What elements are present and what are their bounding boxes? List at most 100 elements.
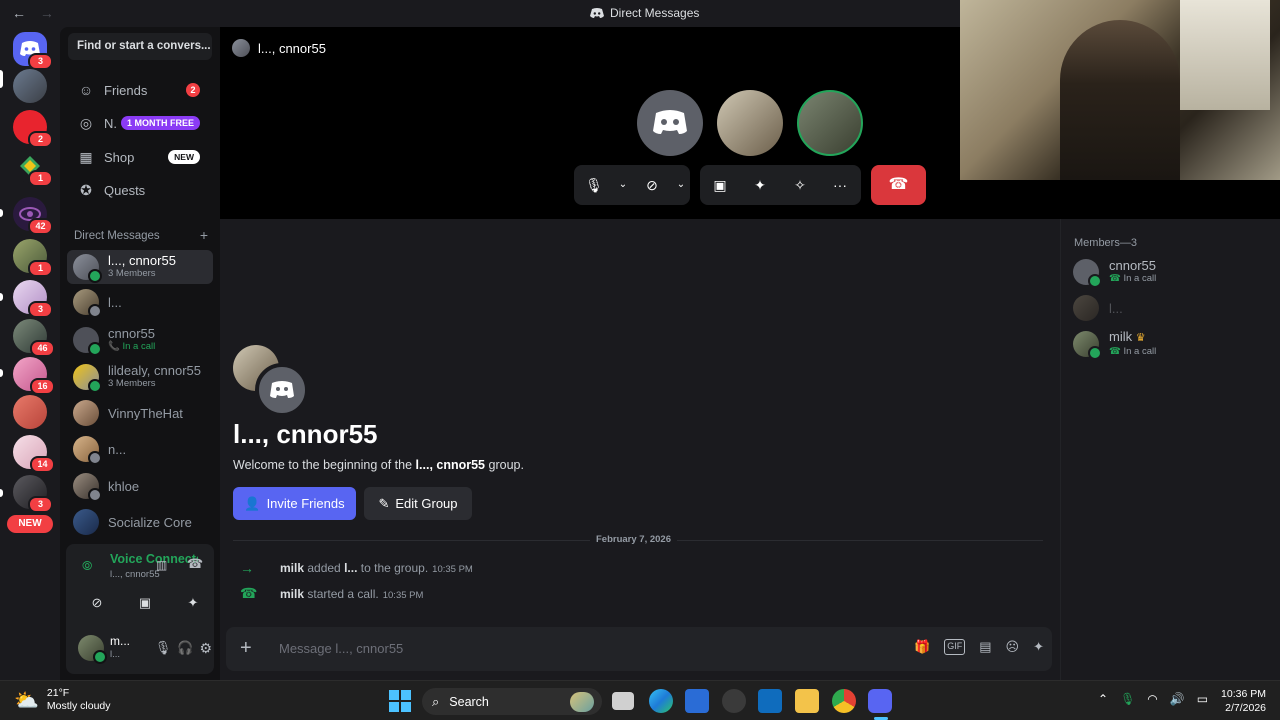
- headphones-icon[interactable]: 🎧: [177, 640, 193, 656]
- dm-item[interactable]: VinnyTheHat: [67, 396, 213, 430]
- chevron-up-icon[interactable]: ⌃: [1098, 692, 1108, 706]
- discord-icon: [270, 381, 294, 398]
- weather-widget[interactable]: ⛅ 21°F Mostly cloudy: [14, 687, 111, 713]
- message-composer[interactable]: + Message l..., cnnor55 🎁 GIF ▤ ☹ ✦: [226, 627, 1052, 671]
- edit-group-button[interactable]: ✎ Edit Group: [364, 487, 472, 520]
- server-icon[interactable]: 3: [13, 280, 53, 318]
- outlook-icon[interactable]: [758, 689, 782, 713]
- camera-off-button[interactable]: ⊘: [82, 590, 112, 616]
- dm-item[interactable]: khloe: [67, 469, 213, 503]
- server-icon[interactable]: [13, 69, 47, 103]
- app-icon[interactable]: [722, 689, 746, 713]
- wifi-icon[interactable]: ◠: [1147, 692, 1157, 706]
- dm-name: n...: [108, 442, 127, 456]
- notification-badge: 1: [28, 170, 53, 187]
- emoji-icon[interactable]: ☹: [1006, 639, 1020, 655]
- dm-item[interactable]: lildealy, cnnor55 3 Members: [67, 360, 213, 394]
- more-options-button[interactable]: ···: [820, 165, 860, 205]
- dm-item[interactable]: l..., cnnor55 3 Members: [67, 250, 213, 284]
- discord-icon: [653, 110, 687, 134]
- settings-gear-icon[interactable]: ⚙: [199, 640, 212, 657]
- activities-button[interactable]: ✦: [178, 590, 208, 616]
- screen-share-button[interactable]: ▣: [700, 165, 740, 205]
- camera-button[interactable]: ⊘: [632, 165, 672, 205]
- composer-placeholder[interactable]: Message l..., cnnor55: [279, 641, 403, 656]
- microphone-icon[interactable]: 🎙: [155, 640, 172, 656]
- find-conversation-button[interactable]: Find or start a convers...: [68, 33, 212, 60]
- home-button[interactable]: 3: [13, 32, 53, 70]
- dm-item[interactable]: n...: [67, 432, 213, 466]
- plus-icon[interactable]: +: [240, 637, 252, 660]
- edge-icon[interactable]: [649, 689, 673, 713]
- taskbar-search[interactable]: ⌕ Search: [422, 688, 602, 715]
- member-sub-text: In a call: [1123, 346, 1157, 357]
- dm-item[interactable]: Socialize Core: [67, 505, 213, 539]
- forward-button[interactable]: →: [40, 5, 54, 21]
- end-call-button[interactable]: ☎: [871, 165, 926, 205]
- server-icon[interactable]: 42: [13, 197, 53, 235]
- activities-button[interactable]: ✦: [740, 165, 780, 205]
- dm-item[interactable]: l...: [67, 285, 213, 319]
- server-icon[interactable]: 2: [13, 110, 53, 148]
- member-item[interactable]: milk ♛ ☎ In a call: [1073, 327, 1273, 361]
- sticker-icon[interactable]: ▤: [979, 639, 991, 655]
- participant-tile[interactable]: [637, 90, 703, 156]
- chrome-icon[interactable]: [832, 689, 856, 713]
- effects-button[interactable]: ✧: [780, 165, 820, 205]
- message-actor[interactable]: milk: [280, 561, 304, 575]
- microphone-button[interactable]: 🎙: [574, 165, 614, 205]
- user-panel: m... l... 🎙 🎧 ⚙: [72, 629, 212, 667]
- chevron-down-icon[interactable]: ⌄: [672, 165, 690, 205]
- member-item[interactable]: l...: [1073, 291, 1273, 325]
- unread-indicator: [0, 369, 3, 377]
- new-badge[interactable]: NEW: [7, 515, 53, 533]
- gif-icon[interactable]: GIF: [944, 639, 966, 655]
- discord-taskbar-icon[interactable]: [868, 689, 892, 713]
- nav-quests[interactable]: ✪ Quests: [68, 175, 212, 205]
- mic-camera-controls: 🎙 ⌄ ⊘ ⌄: [574, 165, 690, 205]
- welcome-post: group.: [488, 458, 524, 472]
- start-button[interactable]: [388, 689, 412, 713]
- nitro-icon: ◎: [79, 114, 93, 131]
- taskbar-clock[interactable]: 10:36 PM 2/7/2026: [1218, 687, 1266, 715]
- nav-shop[interactable]: ▦ Shop NEW: [68, 142, 212, 172]
- chevron-down-icon[interactable]: ⌄: [614, 165, 632, 205]
- server-icon[interactable]: 16: [13, 357, 55, 395]
- invite-friends-button[interactable]: 👤 Invite Friends: [233, 487, 356, 520]
- participant-tile[interactable]: [717, 90, 783, 156]
- server-icon[interactable]: 3: [13, 475, 53, 513]
- message-target[interactable]: l...: [344, 561, 357, 575]
- back-button[interactable]: ←: [12, 5, 26, 21]
- screen-share-button[interactable]: ▣: [130, 590, 160, 616]
- status-dot: [88, 488, 102, 502]
- file-explorer-icon[interactable]: [795, 689, 819, 713]
- volume-icon[interactable]: 🔊: [1170, 692, 1185, 706]
- microphone-tray-icon[interactable]: 🎙: [1120, 692, 1135, 706]
- task-view-icon[interactable]: [612, 692, 634, 710]
- nav-nitro[interactable]: ◎ N. 1 MONTH FREE: [68, 108, 212, 138]
- soundboard-icon[interactable]: ▥: [156, 558, 167, 572]
- apps-icon[interactable]: ✦: [1033, 639, 1044, 655]
- create-dm-button[interactable]: +: [200, 227, 208, 243]
- server-icon[interactable]: [13, 395, 47, 429]
- member-item[interactable]: cnnor55 ☎ In a call: [1073, 255, 1273, 289]
- status-dot: [88, 342, 102, 356]
- store-icon[interactable]: [685, 689, 709, 713]
- nav-friends[interactable]: ☺ Friends 2: [68, 75, 212, 105]
- unread-indicator: [0, 489, 3, 497]
- server-icon[interactable]: 14: [13, 435, 55, 473]
- server-icon[interactable]: 1: [13, 149, 53, 187]
- notification-badge: 3: [28, 496, 53, 513]
- voice-channel[interactable]: l..., cnnor55: [110, 569, 160, 580]
- server-icon[interactable]: 1: [13, 239, 53, 277]
- user-avatar[interactable]: [78, 635, 107, 664]
- nitro-promo-badge: 1 MONTH FREE: [121, 116, 201, 130]
- server-icon[interactable]: 46: [13, 319, 55, 357]
- disconnect-icon[interactable]: ☎: [187, 556, 203, 572]
- battery-icon[interactable]: ▭: [1197, 692, 1208, 706]
- dm-item[interactable]: cnnor55 📞 In a call: [67, 323, 213, 357]
- message-actor[interactable]: milk: [280, 587, 304, 601]
- gift-icon[interactable]: 🎁: [914, 639, 930, 655]
- voice-status[interactable]: Voice Connected: [110, 552, 198, 566]
- participant-tile[interactable]: [797, 90, 863, 156]
